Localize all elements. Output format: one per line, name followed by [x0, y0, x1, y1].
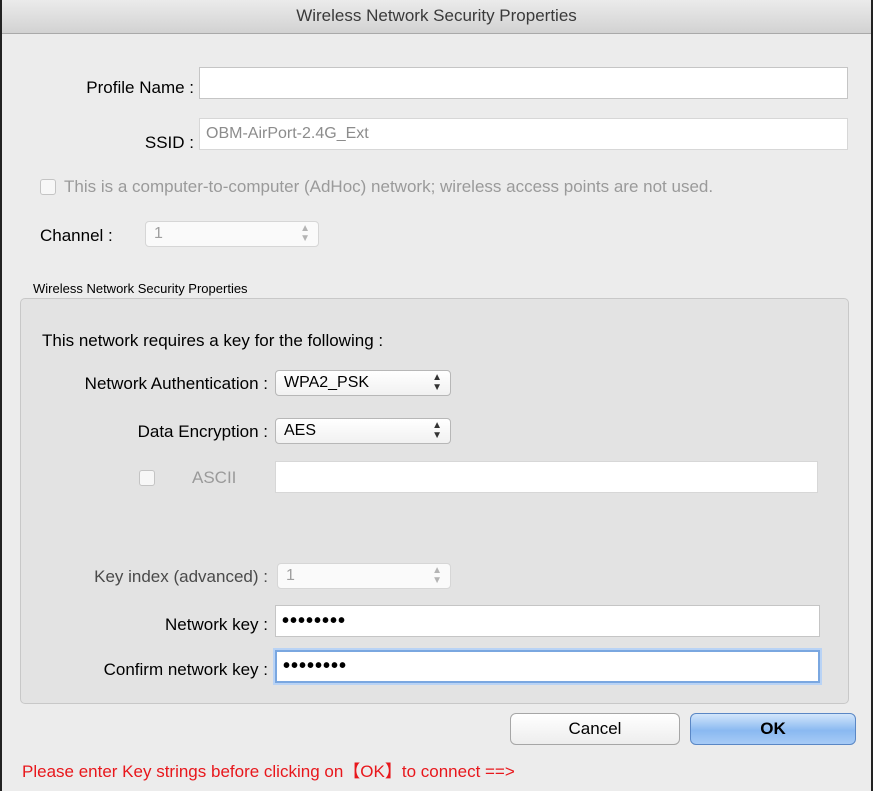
network-authentication-select[interactable]: WPA2_PSK ▲ ▼ — [275, 370, 451, 396]
network-key-input[interactable]: •••••••• — [275, 605, 820, 637]
profile-name-label: Profile Name : — [86, 78, 194, 97]
security-group-label: Wireless Network Security Properties — [33, 281, 248, 296]
ssid-label: SSID : — [144, 133, 194, 152]
dialog-window: Wireless Network Security Properties Pro… — [0, 0, 873, 791]
channel-label: Channel : — [40, 226, 113, 245]
confirm-network-key-label: Confirm network key : — [103, 660, 268, 679]
stepper-arrows-icon: ▲ ▼ — [432, 420, 442, 441]
adhoc-checkbox[interactable] — [40, 179, 56, 195]
cancel-button[interactable]: Cancel — [510, 713, 680, 745]
channel-select[interactable]: 1 ▲ ▼ — [145, 221, 319, 247]
network-authentication-label: Network Authentication : — [84, 374, 268, 393]
security-group-box — [20, 298, 849, 704]
ascii-key-input[interactable] — [275, 461, 818, 493]
network-authentication-value: WPA2_PSK — [284, 374, 370, 391]
stepper-arrows-icon: ▲ ▼ — [300, 223, 310, 244]
stepper-arrows-icon: ▲ ▼ — [432, 372, 442, 393]
ascii-label: ASCII — [192, 468, 237, 487]
data-encryption-label: Data Encryption : — [137, 422, 268, 441]
key-index-select[interactable]: 1 ▲ ▼ — [277, 563, 451, 589]
adhoc-label: This is a computer-to-computer (AdHoc) n… — [64, 177, 714, 196]
network-key-label: Network key : — [165, 615, 268, 634]
window-title: Wireless Network Security Properties — [296, 6, 577, 25]
ok-button[interactable]: OK — [690, 713, 856, 745]
title-bar[interactable]: Wireless Network Security Properties — [2, 0, 871, 34]
key-index-value: 1 — [286, 567, 295, 584]
channel-value: 1 — [154, 225, 163, 242]
stepper-arrows-icon: ▲ ▼ — [432, 565, 442, 586]
status-message: Please enter Key strings before clicking… — [22, 762, 515, 781]
confirm-network-key-input[interactable]: •••••••• — [275, 650, 820, 683]
key-index-label: Key index (advanced) : — [94, 567, 268, 586]
ssid-input[interactable]: OBM-AirPort-2.4G_Ext — [199, 118, 848, 150]
requires-key-text: This network requires a key for the foll… — [42, 331, 384, 350]
profile-name-input[interactable] — [199, 67, 848, 99]
data-encryption-select[interactable]: AES ▲ ▼ — [275, 418, 451, 444]
ascii-checkbox[interactable] — [139, 470, 155, 486]
data-encryption-value: AES — [284, 422, 317, 439]
